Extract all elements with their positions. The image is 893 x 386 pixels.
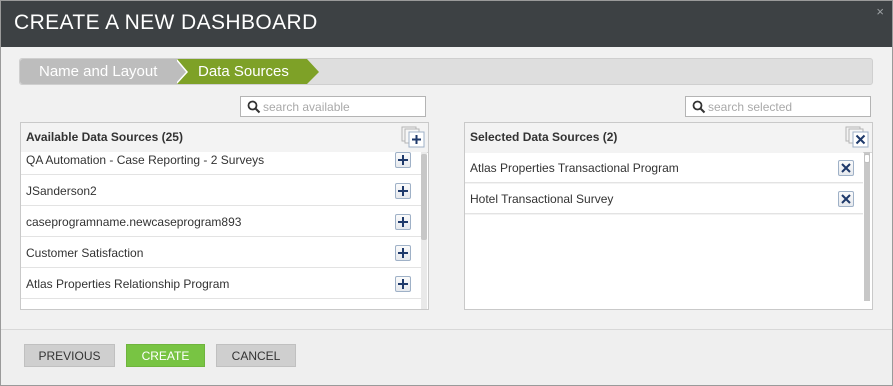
available-scrollbar[interactable] xyxy=(421,152,427,309)
available-scroll-thumb[interactable] xyxy=(421,154,427,240)
close-icon[interactable]: × xyxy=(876,4,884,19)
search-available-box[interactable] xyxy=(240,96,426,117)
list-item: Atlas Properties Transactional Program xyxy=(465,153,863,183)
create-button[interactable]: CREATE xyxy=(126,344,205,367)
cancel-button[interactable]: CANCEL xyxy=(216,344,296,367)
available-sources-panel: Available Data Sources (25) QA Automatio… xyxy=(20,122,429,310)
available-panel-header: Available Data Sources (25) xyxy=(21,123,428,153)
wizard-step-name-and-layout[interactable]: Name and Layout xyxy=(20,59,177,84)
active-step-arrow xyxy=(307,59,319,84)
add-all-icon[interactable] xyxy=(401,126,427,148)
plus-icon[interactable] xyxy=(395,276,411,292)
wizard-steps: Name and Layout Data Sources xyxy=(19,58,873,85)
remove-icon[interactable] xyxy=(838,160,854,176)
selected-list-empty-area xyxy=(465,215,863,309)
list-item-label: Atlas Properties Relationship Program xyxy=(26,277,230,291)
selected-panel-title: Selected Data Sources (2) xyxy=(470,130,618,144)
list-item: QA Automation - Case Reporting - 2 Surve… xyxy=(21,152,421,175)
selected-sources-panel: Selected Data Sources (2) Atlas Properti… xyxy=(464,122,873,310)
available-panel-title: Available Data Sources (25) xyxy=(26,130,183,144)
search-available-input[interactable] xyxy=(263,99,413,114)
plus-icon[interactable] xyxy=(395,245,411,261)
list-item: caseprogramname.newcaseprogram893 xyxy=(21,207,421,237)
list-item: Hotel Transactional Survey xyxy=(465,184,863,214)
list-item-label: Atlas Properties Transactional Program xyxy=(470,161,679,175)
plus-icon[interactable] xyxy=(395,214,411,230)
create-dashboard-dialog: CREATE A NEW DASHBOARD × Name and Layout… xyxy=(0,0,893,386)
plus-icon[interactable] xyxy=(395,183,411,199)
list-item: Customer Satisfaction xyxy=(21,238,421,268)
search-selected-box[interactable] xyxy=(685,96,871,117)
search-selected-input[interactable] xyxy=(708,99,858,114)
list-item-label: Hotel Transactional Survey xyxy=(470,192,614,206)
remove-all-icon[interactable] xyxy=(845,126,871,148)
list-item-label: QA Automation - Case Reporting - 2 Surve… xyxy=(26,153,265,167)
available-list: QA Automation - Case Reporting - 2 Surve… xyxy=(21,152,421,309)
selected-scroll-thumb[interactable] xyxy=(864,154,870,163)
dialog-titlebar: CREATE A NEW DASHBOARD × xyxy=(1,1,892,47)
list-item-label: JSanderson2 xyxy=(26,184,97,198)
dialog-title: CREATE A NEW DASHBOARD xyxy=(14,11,318,34)
list-item-label: caseprogramname.newcaseprogram893 xyxy=(26,215,242,229)
selected-scrollbar[interactable] xyxy=(864,152,870,301)
plus-icon[interactable] xyxy=(395,152,411,168)
selected-panel-header: Selected Data Sources (2) xyxy=(465,123,872,153)
wizard-step-data-sources[interactable]: Data Sources xyxy=(177,59,307,84)
previous-button[interactable]: PREVIOUS xyxy=(24,344,115,367)
selected-list: Atlas Properties Transactional Program H… xyxy=(465,152,863,309)
search-icon xyxy=(692,100,706,114)
search-icon xyxy=(247,100,261,114)
list-item-label: Customer Satisfaction xyxy=(26,246,144,260)
list-item: Atlas Properties Relationship Program xyxy=(21,269,421,299)
list-item: JSanderson2 xyxy=(21,176,421,206)
remove-icon[interactable] xyxy=(838,191,854,207)
step-separator-arrow-inner xyxy=(175,59,186,84)
